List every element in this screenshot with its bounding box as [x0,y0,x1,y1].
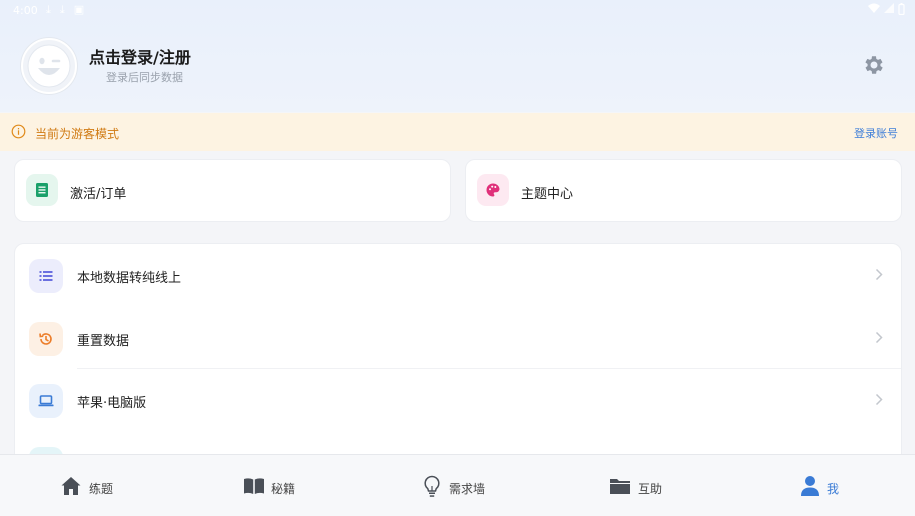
list-item-local-to-online[interactable]: 本地数据转纯线上 [15,244,901,306]
book-icon [244,478,264,494]
list-item-label: 本地数据转纯线上 [77,271,182,286]
gear-icon[interactable] [862,53,886,77]
tab-label: 秘籍 [271,482,296,496]
status-bar: 4:00 ⤓ ⤓ ▣ [0,0,915,22]
tab-me[interactable]: 我 [800,455,860,516]
activate-order-card[interactable]: 激活/订单 [14,159,451,222]
bottom-tab-bar: 练题 秘籍 需求墙 互助 我 [0,454,915,516]
chevron-right-icon [875,268,883,281]
info-icon [11,124,26,139]
list-item-label: 苹果·电脑版 [77,396,147,411]
tab-label: 需求墙 [449,482,486,496]
folder-icon [610,479,630,494]
smiley-wink-icon [27,44,71,88]
tab-demand-wall[interactable]: 需求墙 [423,455,503,516]
list-item-reset-data[interactable]: 重置数据 [15,307,901,369]
tab-label: 我 [827,482,840,496]
history-icon [39,333,52,345]
status-icons-left: ⤓ ⤓ ▣ [46,3,84,17]
person-icon [801,476,819,496]
tab-secrets[interactable]: 秘籍 [243,455,323,516]
login-title[interactable]: 点击登录/注册 [89,44,191,68]
profile-header: 4:00 ⤓ ⤓ ▣ 点击登录/注册 登录后同步数据 [0,0,915,112]
theme-center-card[interactable]: 主题中心 [465,159,902,222]
tab-practice[interactable]: 练题 [60,455,140,516]
tab-label: 练题 [89,482,114,496]
status-icons-right [868,3,905,15]
app-icon: ▣ [73,3,85,16]
signal-icon [884,3,894,13]
chevron-right-icon [875,393,883,406]
list-icon-wrap [29,384,63,418]
card-icon-wrap [26,174,58,206]
list-item-label: 重置数据 [77,334,130,349]
list-item-apple-desktop[interactable]: 苹果·电脑版 [15,369,901,431]
chevron-right-icon [875,331,883,344]
battery-icon [898,3,905,15]
login-account-link[interactable]: 登录账号 [854,125,898,141]
status-time: 4:00 [13,4,38,17]
lightbulb-icon [424,475,440,497]
download-icon: ⤓ [46,3,51,16]
login-subtitle: 登录后同步数据 [106,71,183,84]
document-list-icon [36,183,48,197]
list-icon-wrap [29,322,63,356]
list-icon [39,271,53,281]
wifi-icon [868,3,880,13]
home-icon [61,477,81,495]
card-icon-wrap [477,174,509,206]
tab-label: 互助 [638,482,663,496]
avatar[interactable] [21,38,77,94]
tab-mutual-help[interactable]: 互助 [609,455,689,516]
laptop-icon [38,395,54,407]
download-icon: ⤓ [59,3,65,16]
guest-mode-text: 当前为游客模式 [35,127,120,141]
list-icon-wrap [29,259,63,293]
guest-mode-bar: 当前为游客模式 登录账号 [0,113,915,151]
palette-icon [486,183,500,197]
settings-list: 本地数据转纯线上 重置数据 苹果·电脑版 [14,243,902,475]
card-label-theme-center: 主题中心 [521,187,574,202]
card-label-activate-order: 激活/订单 [70,187,127,202]
